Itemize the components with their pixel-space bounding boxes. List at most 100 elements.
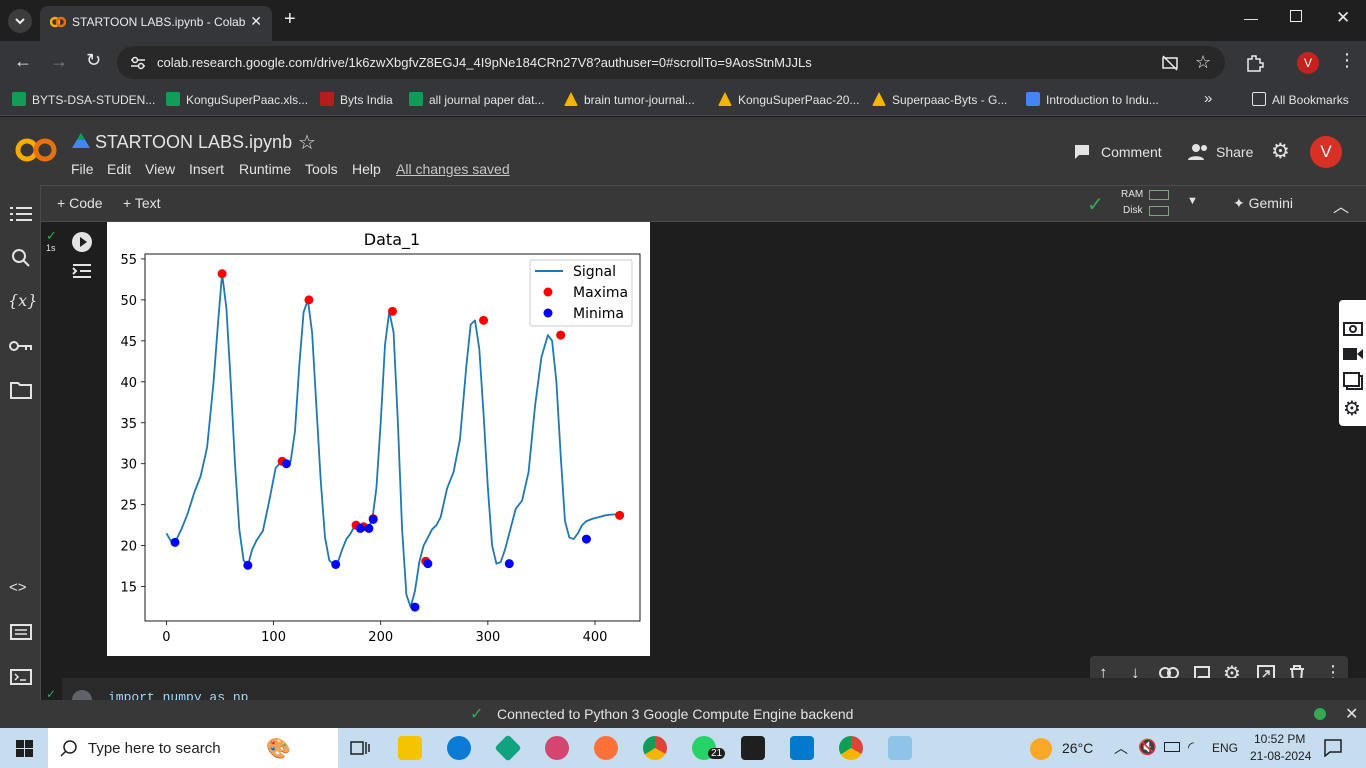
chrome-icon[interactable] (643, 736, 667, 760)
bookmark-item[interactable]: Introduction to Indu... (1026, 92, 1159, 107)
next-code-cell[interactable]: import numpy as np (62, 678, 1366, 710)
code-snippets-icon[interactable]: <> (9, 579, 27, 596)
command-palette-icon[interactable] (10, 624, 32, 640)
edge-icon[interactable] (447, 736, 471, 760)
bookmark-item[interactable]: KonguSuperPaac.xls... (166, 92, 308, 107)
connected-check-icon: ✓ (1087, 194, 1104, 216)
key-icon[interactable] (9, 339, 33, 353)
gemini-button[interactable]: ✦ Gemini (1233, 195, 1293, 212)
wifi-icon[interactable]: ◜ (1188, 738, 1194, 756)
menu-file[interactable]: File (71, 161, 94, 177)
reload-icon[interactable]: ↻ (86, 50, 101, 71)
next-cell-check-icon: ✓ (46, 687, 57, 701)
volume-muted-icon[interactable]: 🔇 (1138, 738, 1157, 756)
camera-blocked-icon[interactable] (1161, 54, 1179, 72)
browser-tab-active[interactable]: STARTOON LABS.ipynb - Colab ✕ (40, 6, 272, 41)
task-view-icon[interactable] (350, 738, 370, 758)
terminal-icon[interactable] (10, 669, 32, 685)
terminal-icon[interactable] (741, 736, 765, 760)
collapse-header-icon[interactable]: ︿ (1333, 193, 1349, 217)
notepad-icon[interactable] (888, 736, 912, 760)
output-actions-icon[interactable] (72, 262, 92, 280)
connection-status: Connected to Python 3 Google Compute Eng… (497, 706, 854, 722)
colab-logo-icon[interactable] (14, 137, 58, 163)
table-of-contents-icon[interactable] (10, 205, 32, 223)
chrome-profile-icon[interactable] (839, 736, 863, 760)
gear-icon[interactable]: ⚙ (1343, 396, 1361, 421)
url-text: colab.research.google.com/drive/1k6zwXbg… (157, 55, 812, 70)
bookmark-item[interactable]: brain tumor-journal... (564, 92, 695, 107)
menu-view[interactable]: View (145, 161, 175, 177)
menu-help[interactable]: Help (352, 161, 381, 177)
notebook-title[interactable]: STARTOON LABS.ipynb (95, 132, 292, 153)
video-icon[interactable] (1343, 347, 1363, 361)
forward-icon[interactable]: → (50, 51, 68, 72)
bookmark-item[interactable]: BYTS-DSA-STUDEN... (12, 92, 155, 107)
site-settings-icon[interactable] (129, 54, 147, 72)
show-hidden-icons[interactable]: ︿ (1114, 738, 1128, 758)
folder-icon[interactable] (10, 381, 32, 399)
save-status[interactable]: All changes saved (396, 161, 510, 177)
clock-date[interactable]: 21-08-2024 (1250, 749, 1311, 763)
search-icon[interactable] (11, 248, 31, 268)
close-tab-icon[interactable]: ✕ (250, 13, 262, 30)
all-bookmarks[interactable]: All Bookmarks (1252, 92, 1349, 107)
star-icon[interactable]: ☆ (298, 130, 316, 155)
menu-insert[interactable]: Insert (189, 161, 224, 177)
signal-chart: Data_1 0 100 200 300 400 15 20 25 30 35 40 45 50 55 S… (120, 230, 641, 645)
comment-button[interactable]: Comment (1101, 144, 1162, 160)
run-cell-button[interactable] (72, 232, 92, 252)
bookmark-item[interactable]: all journal paper dat... (409, 92, 544, 107)
pip-icon[interactable] (1343, 372, 1363, 390)
maximize-icon[interactable] (1290, 10, 1302, 22)
menu-edit[interactable]: Edit (107, 161, 131, 177)
clock-time[interactable]: 10:52 PM (1254, 732, 1305, 746)
more-bookmarks-icon[interactable]: » (1204, 90, 1212, 107)
firefox-icon[interactable] (594, 736, 618, 760)
taskbar-search-box[interactable]: Type here to search 🎨 (48, 728, 338, 768)
status-bar: ✓ Connected to Python 3 Google Compute E… (0, 700, 1366, 728)
extensions-icon[interactable] (1245, 53, 1265, 73)
drive-icon (872, 92, 886, 106)
folder-icon (1252, 92, 1266, 106)
weather-icon[interactable] (1030, 738, 1052, 760)
variables-icon[interactable]: {x} (8, 291, 37, 310)
windows-start-icon[interactable] (16, 740, 33, 757)
disk-bar[interactable] (1149, 206, 1169, 216)
snipping-tool-icon[interactable] (545, 736, 569, 760)
address-row: ← → ↻ colab.research.google.com/drive/1k… (0, 41, 1366, 84)
tab-search-button[interactable] (8, 9, 32, 33)
battery-icon[interactable] (1164, 742, 1180, 752)
ram-bar[interactable] (1149, 190, 1169, 200)
menu-tools[interactable]: Tools (305, 161, 338, 177)
browser-menu-icon[interactable]: ⋮ (1338, 50, 1356, 71)
back-icon[interactable]: ← (14, 51, 32, 72)
address-bar[interactable]: colab.research.google.com/drive/1k6zwXbg… (117, 46, 1225, 79)
weather-temp[interactable]: 26°C (1062, 740, 1093, 756)
close-window-icon[interactable]: ✕ (1336, 8, 1350, 28)
camera-icon[interactable] (1343, 320, 1363, 336)
comment-icon (1075, 145, 1089, 159)
settings-gear-icon[interactable]: ⚙ (1271, 139, 1290, 164)
bookmark-star-icon[interactable]: ☆ (1195, 52, 1211, 73)
share-button[interactable]: Share (1216, 144, 1253, 160)
file-explorer-icon[interactable] (398, 736, 422, 760)
bookmark-item[interactable]: KonguSuperPaac-20... (718, 92, 859, 107)
add-text-button[interactable]: + Text (123, 195, 161, 211)
git-icon[interactable] (494, 734, 522, 762)
vscode-icon[interactable] (790, 736, 814, 760)
bookmark-item[interactable]: Superpaac-Byts - G... (872, 92, 1007, 107)
resources-dropdown-icon[interactable]: ▼ (1187, 195, 1198, 207)
y-tick-label: 35 (120, 417, 137, 432)
close-status-icon[interactable]: ✕ (1345, 704, 1358, 724)
minima-point (504, 559, 514, 569)
profile-avatar[interactable]: V (1297, 52, 1319, 74)
new-tab-button[interactable]: + (284, 8, 296, 31)
bookmark-item[interactable]: Byts India (320, 92, 393, 107)
user-avatar[interactable]: V (1310, 136, 1342, 168)
notification-icon[interactable] (1324, 739, 1342, 757)
minimize-icon[interactable]: — (1244, 10, 1258, 26)
language-indicator[interactable]: ENG (1212, 741, 1238, 755)
add-code-button[interactable]: + Code (57, 195, 103, 211)
menu-runtime[interactable]: Runtime (239, 161, 291, 177)
